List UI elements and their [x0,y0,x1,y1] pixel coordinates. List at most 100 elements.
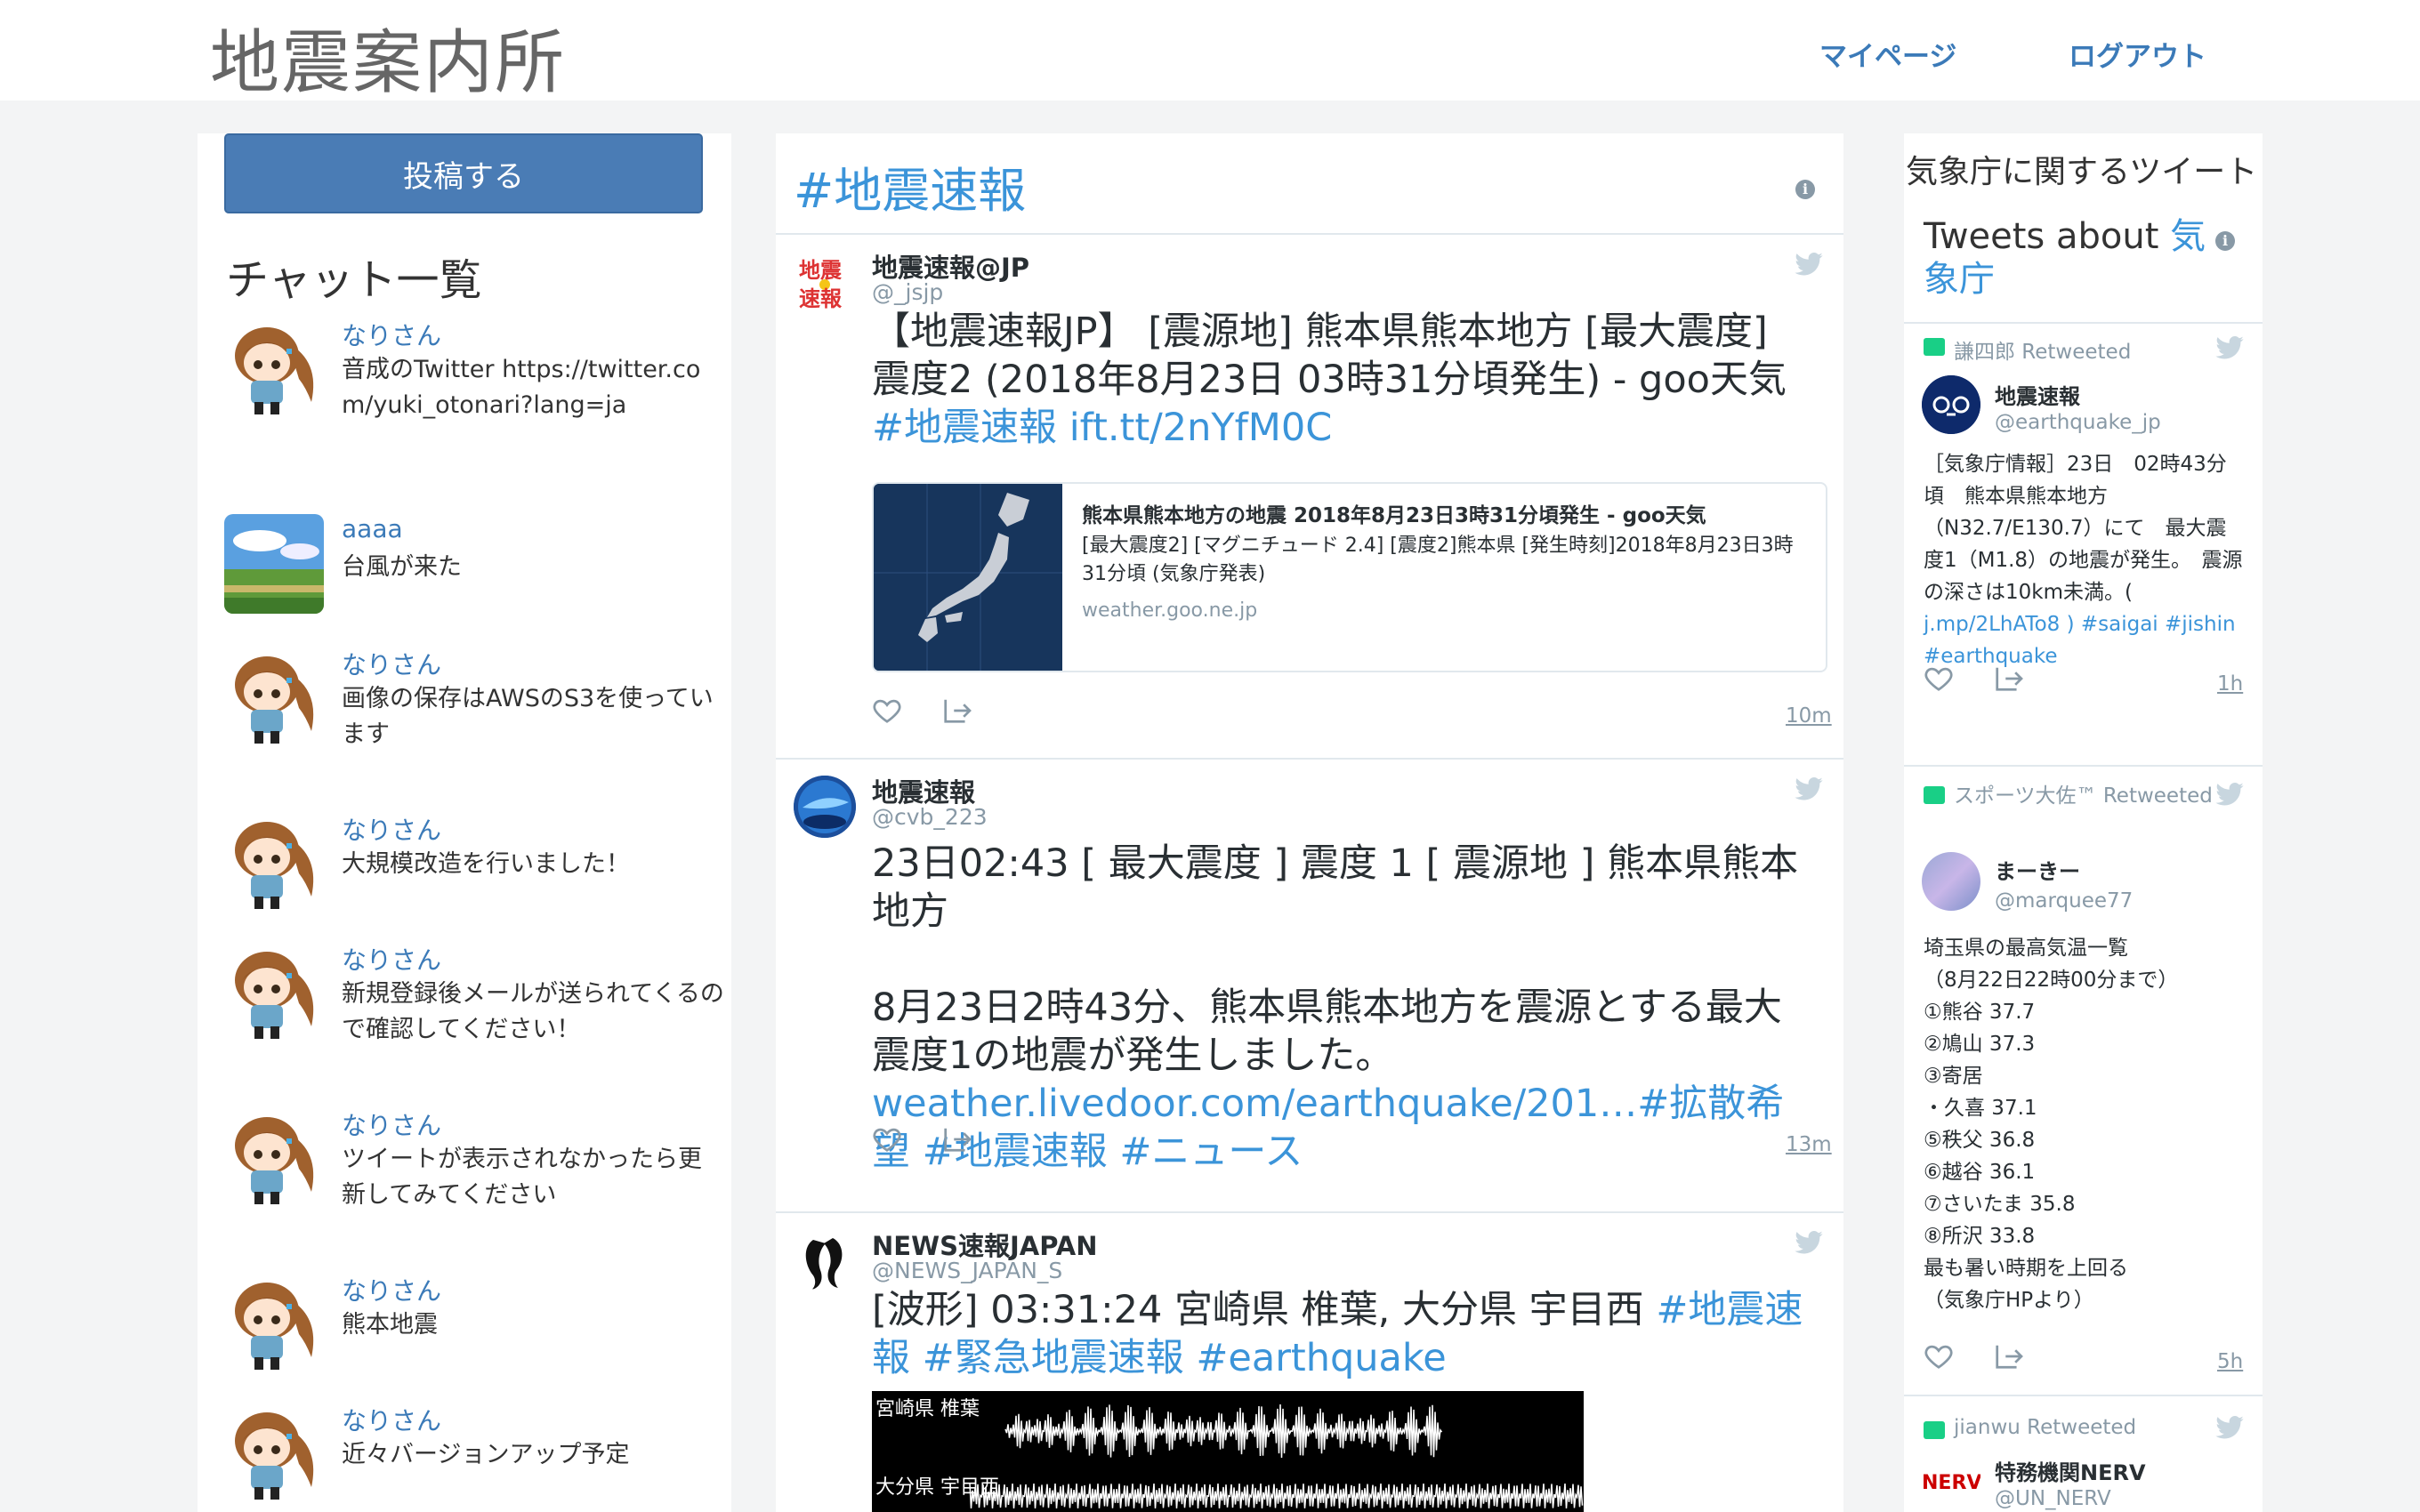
tweet-author-name[interactable]: まーきー [1995,854,2080,885]
tweet-timestamp[interactable]: 1h [2217,672,2243,696]
chat-message: ツイートが表示されなかったら更新してみてください [342,1146,702,1209]
twitter-bird-icon[interactable] [2215,783,2244,806]
share-icon[interactable] [1993,1343,2023,1370]
sidebar-tweet[interactable]: jianwu Retweeted NERV 特務機関NERV @UN_NERV [1904,1396,2263,1512]
tweet-avatar[interactable]: 地震 速報 [794,251,856,313]
sidebar-subheading: Tweets about 気象庁 [1924,216,2206,300]
chat-user-name[interactable]: なりさん [342,1402,441,1437]
chat-user-name[interactable]: なりさん [342,1106,441,1142]
timeline-tweet[interactable]: 地震速報 @cvb_223 23日02:43 [ 最大震度 ] 震度 1 [ 震… [776,760,1843,1213]
retweet-icon [1924,1421,1945,1439]
info-icon[interactable]: i [2215,231,2235,251]
retweet-icon [1924,786,1945,804]
tweet-text-line: ⑥越谷 36.1 [1924,1161,2036,1184]
site-logo[interactable]: 地震案内所 [210,7,566,107]
chat-item[interactable]: なりさん 画像の保存はAWSのS3を使っています [224,646,722,779]
tweet-text-line: （気象庁HPより） [1924,1289,2094,1312]
share-icon[interactable] [941,697,972,724]
tweet-links[interactable]: j.mp/2LhATo8 ) #saigai #jishin #earthqua… [1924,613,2236,668]
twitter-bird-icon[interactable] [1795,1231,1823,1254]
timeline-panel: #地震速報 i 地震 速報 地震速報@JP @_jsjp 【地震速報JP】 [震源… [776,133,1843,1512]
tweet-author-handle[interactable]: @NEWS_JAPAN_S [872,1258,1062,1283]
timeline-tweet[interactable]: NEWS速報JAPAN @NEWS_JAPAN_S [波形] 03:31:24 … [776,1213,1843,1512]
anime-girl-avatar[interactable] [224,1402,324,1501]
like-heart-icon[interactable] [872,697,902,724]
tweet-author-name[interactable]: 地震速報 [1995,379,2080,410]
chat-message: 熊本地震 [342,1311,438,1339]
svg-text:速報: 速報 [799,286,843,311]
anime-girl-avatar[interactable] [224,941,324,1041]
nav-mypage-link[interactable]: マイページ [1819,34,1956,74]
chat-user-name[interactable]: なりさん [342,941,441,977]
share-icon[interactable] [1993,665,2023,692]
retweeted-by[interactable]: jianwu Retweeted [1954,1416,2136,1439]
post-button[interactable]: 投稿する [224,133,703,213]
tweet-links[interactable]: weather.livedoor.com/earthquake/201…#拡散希… [872,1082,1784,1174]
link-card[interactable]: 熊本県熊本地方の地震 2018年8月23日3時31分頃発生 - goo天気 [最… [872,482,1827,672]
tweet-avatar[interactable] [1922,852,1980,911]
twitter-bird-icon[interactable] [2215,1416,2244,1439]
chat-panel: 投稿する チャット一覧 なりさん音成のTwitter https://twitt… [198,133,731,1512]
chat-item[interactable]: なりさん音成のTwitter https://twitter.com/yuki_… [224,317,722,477]
tweet-text: 【地震速報JP】 [震源地] 熊本県熊本地方 [最大震度] 震度2 (2018年… [872,310,1787,450]
twitter-bird-icon[interactable] [1795,777,1823,800]
tweet-text-line: 最も暑い時期を上回る [1924,1257,2128,1280]
chat-item[interactable]: なりさん 新規登録後メールが送られてくるので確認してください！ [224,941,724,1083]
twitter-bird-icon[interactable] [1795,253,1823,276]
tweet-author-handle[interactable]: @UN_NERV [1995,1487,2111,1510]
svg-text:NERV: NERV [1922,1472,1980,1494]
card-title[interactable]: 熊本県熊本地方の地震 2018年8月23日3時31分頃発生 - goo天気 [1082,498,1811,528]
chat-item[interactable]: aaaa 台風が来た [224,514,722,621]
tweet-text-line: （8月22日22時00分まで） [1924,969,2179,992]
twitter-bird-icon[interactable] [2215,336,2244,359]
anime-girl-avatar[interactable] [224,317,324,416]
chat-user-name[interactable]: なりさん [342,1272,441,1307]
sidebar-heading: 気象庁に関するツイート [1906,154,2258,190]
anime-girl-avatar[interactable] [224,811,324,911]
tweet-text-line: ②鳩山 37.3 [1924,1033,2036,1056]
anime-girl-avatar[interactable] [224,646,324,745]
chat-message: 大規模改造を行いました！ [342,850,630,878]
chat-user-name[interactable]: aaaa [342,514,403,543]
like-heart-icon[interactable] [872,1126,902,1153]
chat-user-name[interactable]: なりさん [342,811,441,847]
chat-item[interactable]: なりさん大規模改造を行いました！ [224,811,722,918]
waveform-image[interactable]: 宮崎県 椎葉 大分県 宇目西 [872,1391,1584,1512]
tweet-timestamp[interactable]: 5h [2217,1350,2243,1373]
chat-item[interactable]: なりさんツイートが表示されなかったら更新してみてください [224,1106,722,1249]
landscape-avatar[interactable] [224,514,324,614]
retweeted-by[interactable]: 謙四郎 Retweeted [1954,334,2131,365]
chat-list-title: チャット一覧 [226,255,482,305]
tweet-timestamp[interactable]: 13m [1786,1133,1832,1156]
tweet-text-line: ①熊谷 37.7 [1924,1001,2036,1024]
chat-user-name[interactable]: なりさん [342,646,441,681]
chat-item[interactable]: なりさん 熊本地震 [224,1272,722,1379]
like-heart-icon[interactable] [1924,665,1954,692]
sidebar-widget: 気象庁に関するツイート Tweets about 気象庁 i 謙四郎 Retwe… [1904,133,2263,1512]
tweet-timestamp[interactable]: 10m [1786,704,1832,728]
retweeted-by[interactable]: スポーツ大佐™ Retweeted [1954,781,2221,811]
chat-item[interactable]: なりさん 近々バージョンアップ予定 [224,1402,722,1508]
anime-girl-avatar[interactable] [224,1106,324,1206]
tweet-author-handle[interactable]: @_jsjp [872,279,943,305]
info-icon[interactable]: i [1795,180,1815,199]
tweet-links[interactable]: #地震速報 ift.tt/2nYfM0C [872,406,1332,450]
tweet-author-handle[interactable]: @marquee77 [1995,889,2133,913]
nav-logout-link[interactable]: ログアウト [2069,34,2206,74]
chat-user-name[interactable]: なりさん [342,317,441,352]
tweet-avatar[interactable]: NERV [1922,1453,1980,1512]
tweet-author-handle[interactable]: @cvb_223 [872,804,988,830]
tweet-text-line: 23日02:43 [ 最大震度 ] 震度 1 [ 震源地 ] 熊本県熊本地方 [872,841,1799,934]
sidebar-tweet[interactable]: スポーツ大佐™ Retweeted まーきー @marquee77 埼玉県の最高… [1904,767,2263,1389]
like-heart-icon[interactable] [1924,1343,1954,1370]
share-icon[interactable] [941,1126,972,1153]
tweet-avatar[interactable] [1922,375,1980,434]
tweet-author-name[interactable]: 特務機関NERV [1995,1455,2146,1486]
anime-girl-avatar[interactable] [224,1272,324,1371]
tweet-author-handle[interactable]: @earthquake_jp [1995,411,2161,434]
tweet-avatar[interactable] [794,1229,856,1291]
chat-message: 音成のTwitter https://twitter.com/yuki_oton… [342,356,701,419]
tweet-avatar[interactable] [794,776,856,838]
site-header: 地震案内所 マイページ ログアウト [0,0,2420,103]
timeline-title[interactable]: #地震速報 [794,151,1026,221]
